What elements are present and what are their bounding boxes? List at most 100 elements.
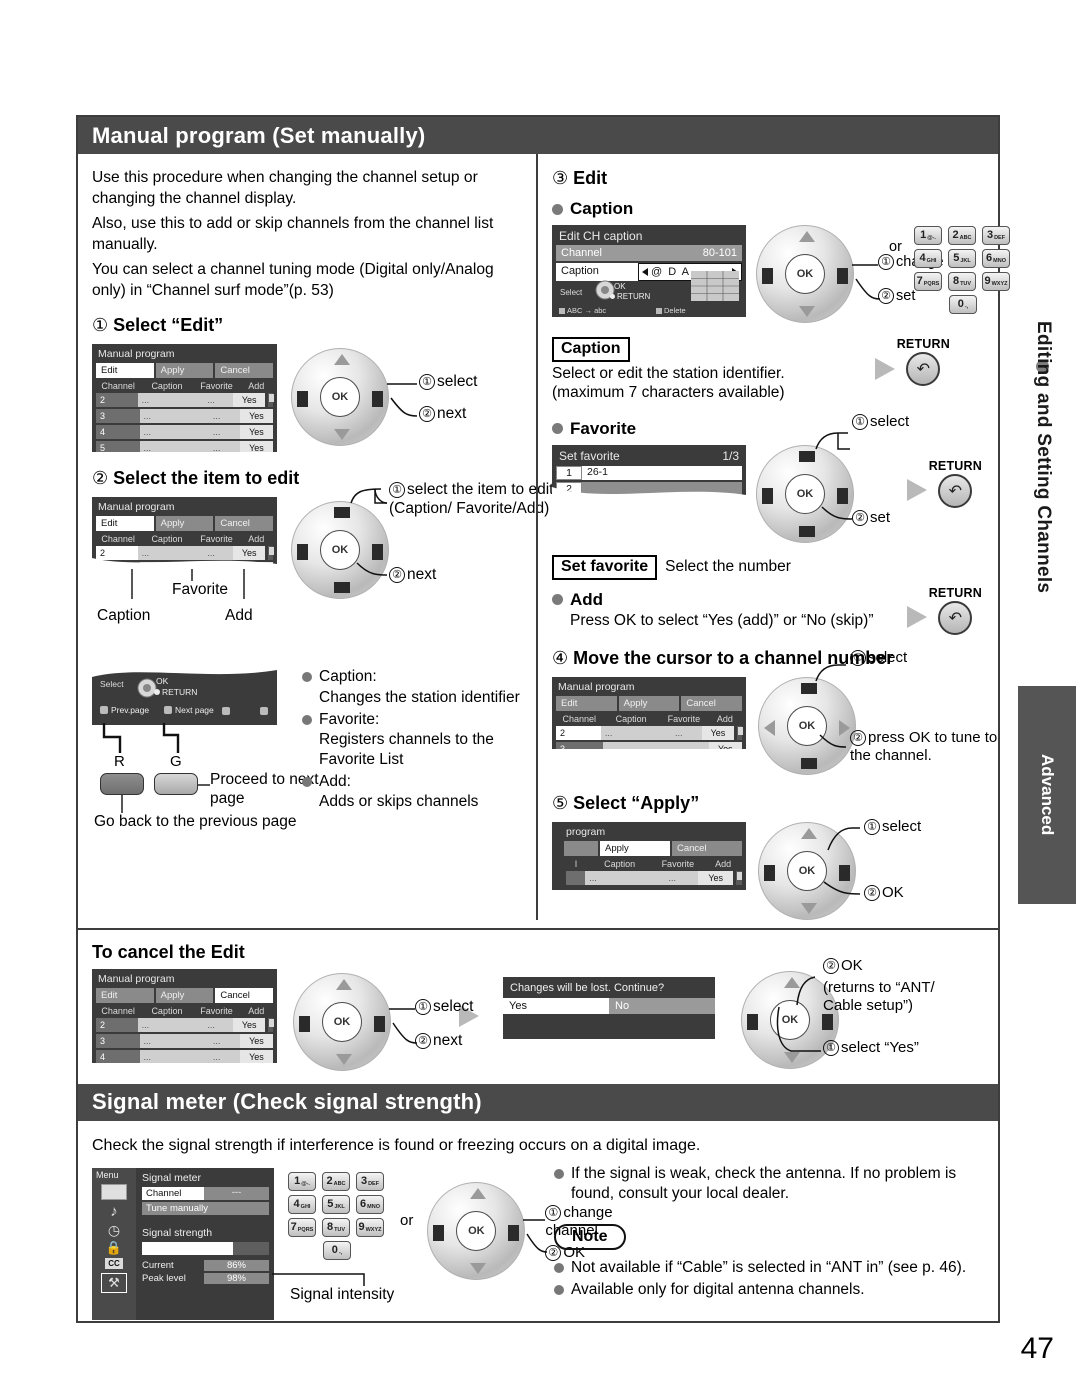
dpad-left-arrow-icon[interactable]	[433, 1224, 445, 1241]
tab-cancel[interactable]: Cancel	[215, 987, 274, 1003]
row-channel[interactable]: Channel ---	[142, 1186, 269, 1200]
table-row[interactable]: 2 ... ... Yes	[556, 725, 743, 740]
dpad-control[interactable]: OK	[756, 225, 854, 323]
ok-button[interactable]: OK	[456, 1210, 497, 1251]
return-button-3[interactable]: RETURN ↶	[906, 586, 982, 635]
dpad-control[interactable]: OK	[427, 1181, 526, 1280]
tab-edit[interactable]: Edit	[96, 516, 154, 532]
dpad-left-arrow-icon[interactable]	[764, 719, 775, 736]
numeric-keypad[interactable]: 1 @-. 2 ABC 3 DEF 4 GHI 5 JKL 6 MNO 7 PQRS 8 TUV…	[914, 226, 1012, 314]
scrollbar[interactable]	[268, 393, 274, 408]
tab-cancel[interactable]: Cancel	[215, 363, 274, 379]
table-row[interactable]: 3 ... ... Yes	[556, 741, 743, 749]
table-row[interactable]: 4 ... ... Yes	[96, 425, 274, 440]
scrollbar[interactable]	[268, 1017, 274, 1032]
key-8[interactable]: 8 TUV	[948, 272, 976, 291]
tab-edit[interactable]: Edit	[96, 987, 154, 1003]
dpad-right-arrow-icon[interactable]	[374, 1015, 385, 1032]
tab-edit[interactable]: Edit	[96, 363, 154, 379]
dpad-left-arrow-icon[interactable]	[747, 1013, 758, 1030]
tab-edit-partial[interactable]	[564, 840, 598, 856]
key-4[interactable]: 4 GHI	[288, 1194, 316, 1214]
key-9[interactable]: 9 WXYZ	[982, 272, 1010, 291]
table-row[interactable]: 2 ... ... Yes	[96, 1017, 274, 1032]
closed-caption-icon[interactable]: CC	[105, 1257, 123, 1269]
tab-cancel[interactable]: Cancel	[681, 695, 743, 711]
ok-button[interactable]: OK	[322, 1001, 362, 1042]
tab-cancel[interactable]: Cancel	[215, 516, 274, 532]
key-7[interactable]: 7 PQRS	[288, 1217, 316, 1237]
tab-cancel[interactable]: Cancel	[672, 840, 742, 856]
dpad-up-arrow-icon[interactable]	[334, 354, 350, 366]
dpad-down-arrow-icon[interactable]	[801, 757, 817, 769]
key-5[interactable]: 5 JKL	[322, 1194, 350, 1214]
key-1[interactable]: 1 @-.	[288, 1171, 316, 1191]
dialog-yes-button[interactable]: Yes	[503, 997, 609, 1014]
key-2[interactable]: 2 ABC	[948, 226, 976, 245]
tab-edit[interactable]: Edit	[556, 695, 617, 711]
dpad-right-arrow-icon[interactable]	[508, 1224, 520, 1241]
return-button-2[interactable]: RETURN ↶	[906, 459, 982, 508]
dpad-down-arrow-icon[interactable]	[801, 902, 817, 914]
key-3[interactable]: 3 DEF	[356, 1171, 384, 1191]
dpad-left-arrow-icon[interactable]	[762, 268, 773, 284]
setup-icon[interactable]: ⚒	[101, 1272, 127, 1293]
key-0[interactable]: 0 -,	[949, 295, 977, 314]
dpad-down-arrow-icon[interactable]	[799, 306, 815, 317]
dpad-up-arrow-icon[interactable]	[336, 978, 352, 990]
key-2[interactable]: 2 ABC	[322, 1171, 350, 1191]
dpad-control[interactable]: OK	[291, 348, 389, 447]
table-row[interactable]: 3 ... ... Yes	[96, 1033, 274, 1048]
dpad-left-arrow-icon[interactable]	[297, 391, 308, 408]
return-icon[interactable]: ↶	[938, 473, 973, 508]
return-icon[interactable]: ↶	[938, 600, 973, 635]
numeric-keypad[interactable]: 1 @-. 2 ABC 3 DEF 4 GHI 5 JKL 6 MNO 7 PQRS 8 TUV…	[288, 1168, 386, 1260]
table-row[interactable]: 3 ... ... Yes	[96, 409, 274, 424]
row-tune-manually[interactable]: Tune manually	[142, 1201, 269, 1215]
left-arrow-icon[interactable]	[642, 268, 648, 276]
dpad-down-arrow-icon[interactable]	[336, 1053, 352, 1065]
key-6[interactable]: 6 MNO	[356, 1194, 384, 1214]
tab-apply[interactable]: Apply	[618, 695, 680, 711]
key-7[interactable]: 7 PQRS	[914, 272, 942, 291]
key-6[interactable]: 6 MNO	[982, 249, 1010, 268]
key-8[interactable]: 8 TUV	[322, 1217, 350, 1237]
dpad-down-arrow-icon[interactable]	[334, 429, 350, 441]
table-row[interactable]: ... ... Yes	[566, 870, 742, 885]
key-9[interactable]: 9 WXYZ	[356, 1217, 384, 1237]
dpad-down-arrow-icon[interactable]	[799, 525, 815, 537]
tab-apply[interactable]: Apply	[155, 363, 214, 379]
favorite-row-1[interactable]: 1 26-1	[556, 465, 742, 480]
key-5[interactable]: 5 JKL	[948, 249, 976, 268]
dpad-left-arrow-icon[interactable]	[297, 544, 308, 561]
key-4[interactable]: 4 GHI	[914, 249, 942, 268]
ok-button[interactable]: OK	[785, 254, 825, 294]
dpad-right-arrow-icon[interactable]	[372, 391, 383, 408]
banner-prev-page[interactable]: Prev.page	[100, 705, 149, 715]
dpad-down-arrow-icon[interactable]	[470, 1262, 487, 1274]
scrollbar[interactable]	[737, 725, 743, 740]
audio-icon[interactable]: ♪	[110, 1204, 118, 1219]
dpad-left-arrow-icon[interactable]	[764, 864, 775, 881]
dpad-down-arrow-icon[interactable]	[334, 582, 350, 594]
dpad-right-arrow-icon[interactable]	[822, 1013, 833, 1030]
dpad-up-arrow-icon[interactable]	[470, 1187, 487, 1199]
tab-apply[interactable]: Apply	[155, 987, 214, 1003]
dpad-control[interactable]: OK	[293, 972, 391, 1071]
scrollbar[interactable]	[736, 870, 742, 885]
table-row[interactable]: 4 ... ... Yes	[96, 1049, 274, 1063]
key-1[interactable]: 1 @-.	[914, 226, 942, 245]
dpad-right-arrow-icon[interactable]	[837, 268, 848, 284]
dpad-left-arrow-icon[interactable]	[762, 487, 773, 504]
dpad-up-arrow-icon[interactable]	[799, 231, 815, 242]
dialog-no-button[interactable]: No	[609, 997, 715, 1014]
lock-icon[interactable]: 🔒	[106, 1241, 122, 1254]
table-row[interactable]: 5 ... ... Yes	[96, 441, 274, 453]
banner-next-page[interactable]: Next page	[164, 705, 214, 715]
dpad-up-arrow-icon[interactable]	[801, 827, 817, 839]
red-button[interactable]	[100, 773, 144, 796]
key-3[interactable]: 3 DEF	[982, 226, 1010, 245]
table-row[interactable]: 2 ... ... Yes	[96, 393, 274, 408]
key-0[interactable]: 0 -,	[323, 1240, 351, 1260]
return-icon[interactable]: ↶	[906, 352, 941, 386]
